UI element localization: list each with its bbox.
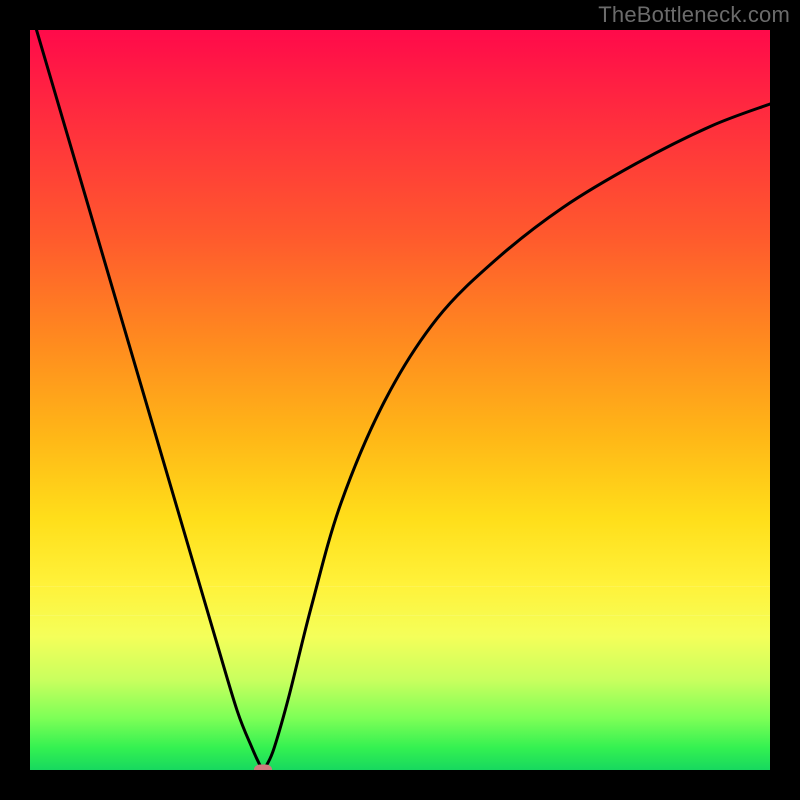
plot-area <box>30 30 770 770</box>
curve-svg <box>30 30 770 770</box>
chart-frame: TheBottleneck.com <box>0 0 800 800</box>
minimum-marker <box>254 765 272 771</box>
watermark-text: TheBottleneck.com <box>598 2 790 28</box>
bottleneck-curve <box>30 30 770 770</box>
